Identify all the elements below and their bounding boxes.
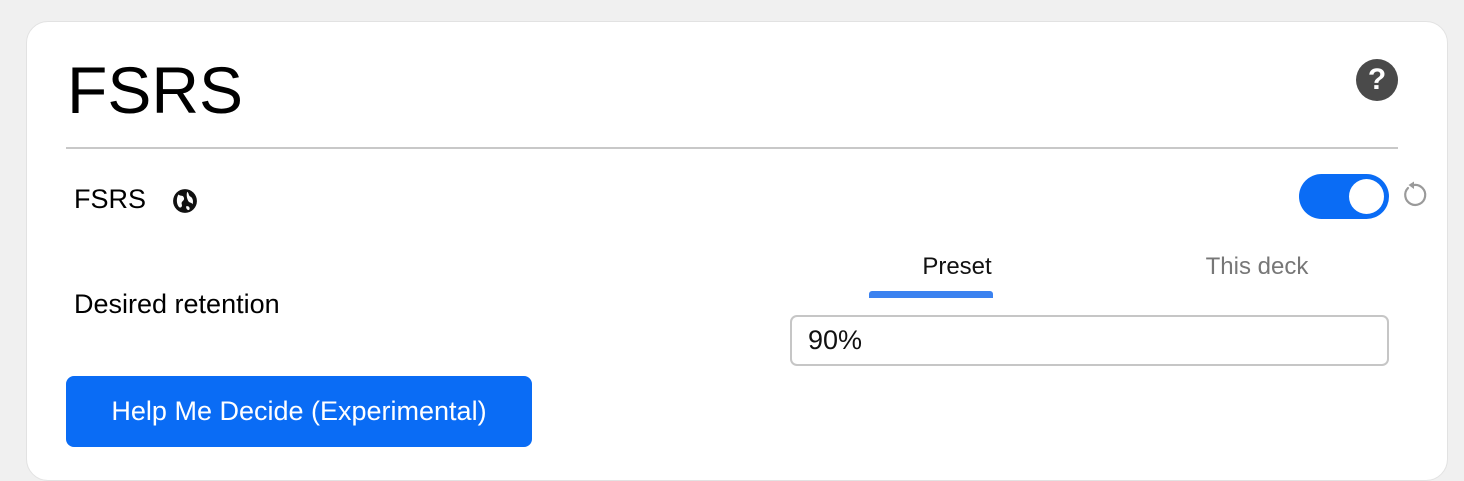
fsrs-label: FSRS [74,184,147,214]
toggle-knob [1349,179,1384,214]
active-tab-indicator [869,291,993,298]
title-divider [66,147,1398,149]
tab-this-deck[interactable]: This deck [1167,252,1347,282]
help-me-decide-button[interactable]: Help Me Decide (Experimental) [66,376,532,447]
fsrs-settings-card: FSRS ? FSRS Preset This deck Desired ret… [26,21,1448,481]
reset-icon[interactable] [1399,180,1429,210]
question-circle-icon[interactable]: ? [1356,59,1398,101]
desired-retention-label: Desired retention [74,289,280,319]
desired-retention-input[interactable] [790,315,1389,366]
tab-preset[interactable]: Preset [895,252,1019,282]
fsrs-toggle-switch[interactable] [1299,174,1389,219]
globe-icon [173,189,197,213]
section-title: FSRS [67,53,244,127]
